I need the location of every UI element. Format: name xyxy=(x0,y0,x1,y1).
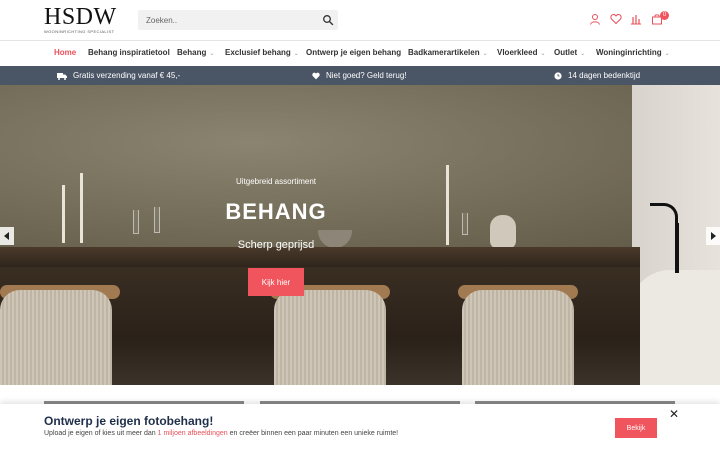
hero-kicker: Uitgebreid assortiment xyxy=(235,177,317,186)
search-bar xyxy=(138,10,338,30)
chevron-down-icon: ⌄ xyxy=(664,51,670,57)
nav-item-home[interactable]: Home xyxy=(54,48,76,57)
usp-text: Gratis verzending vanaf € 45,- xyxy=(73,71,181,80)
hero-title: BEHANG xyxy=(225,199,327,224)
chevron-down-icon: ⌄ xyxy=(209,51,215,57)
nav-item-label: Woninginrichting xyxy=(596,48,662,57)
nav-item-vloerkleed[interactable]: Vloerkleed ⌄ xyxy=(497,48,546,57)
search-input[interactable] xyxy=(138,10,318,30)
slider-prev-button[interactable] xyxy=(0,227,14,245)
vase-image xyxy=(490,215,516,249)
glass-image xyxy=(154,207,160,233)
faucet-stand-image xyxy=(675,223,679,273)
banner-title: Ontwerp je eigen fotobehang! xyxy=(44,414,214,428)
hero-subtitle: Scherp geprijsd xyxy=(237,239,315,251)
glass-image xyxy=(462,213,468,235)
banner-view-button[interactable]: Bekijk xyxy=(615,418,657,438)
nav-item-woninginrichting[interactable]: Woninginrichting ⌄ xyxy=(596,48,670,57)
close-icon[interactable]: ✕ xyxy=(668,408,680,420)
candle-image xyxy=(80,173,83,243)
banner-text-before: Upload je eigen of kies uit meer dan xyxy=(44,430,158,437)
usp-item-guarantee: Niet goed? Geld terug! xyxy=(312,71,407,80)
chevron-down-icon: ⌄ xyxy=(540,51,546,57)
banner-text: Upload je eigen of kies uit meer dan 1 m… xyxy=(44,430,398,437)
hero-cta-button[interactable]: Kijk hier xyxy=(248,268,304,296)
nav-item-label: Badkamerartikelen xyxy=(408,48,480,57)
clock-icon xyxy=(554,71,562,80)
nav-item-ontwerp-je-eigen-behang[interactable]: Ontwerp je eigen behang xyxy=(306,48,401,57)
faucet-image xyxy=(650,203,678,225)
nav-item-exclusief-behang[interactable]: Exclusief behang ⌄ xyxy=(225,48,299,57)
glass-image xyxy=(133,210,139,234)
bathtub-image xyxy=(630,270,720,385)
logo-text: HSDW xyxy=(44,4,117,30)
search-icon[interactable] xyxy=(322,14,334,26)
nav-item-label: Exclusief behang xyxy=(225,48,291,57)
banner-text-highlight[interactable]: 1 miljoen afbeeldingen xyxy=(158,430,228,437)
nav-item-label: Behang xyxy=(177,48,207,57)
chevron-down-icon: ⌄ xyxy=(580,51,586,57)
usp-item-shipping: Gratis verzending vanaf € 45,- xyxy=(57,71,180,80)
cart-count-badge: 0 xyxy=(660,11,669,20)
nav-item-label: Behang inspiratietool xyxy=(88,48,170,57)
site-header: HSDW WOONINRICHTING SPECIALIST 0 xyxy=(0,0,720,40)
usp-item-return: 14 dagen bedenktijd xyxy=(554,71,640,80)
chevron-down-icon: ⌄ xyxy=(293,51,299,57)
slider-next-button[interactable] xyxy=(706,227,720,245)
usp-text: Niet goed? Geld terug! xyxy=(326,71,407,80)
chevron-down-icon: ⌄ xyxy=(482,51,488,57)
logo-tagline: WOONINRICHTING SPECIALIST xyxy=(44,29,115,34)
hero-wall-image xyxy=(0,85,720,250)
nav-item-behang-inspiratietool[interactable]: Behang inspiratietool xyxy=(88,48,170,57)
nav-item-label: Vloerkleed xyxy=(497,48,538,57)
candle-image xyxy=(62,185,65,243)
nav-item-outlet[interactable]: Outlet ⌄ xyxy=(554,48,585,57)
chair-image xyxy=(0,290,112,385)
nav-item-badkamerartikelen[interactable]: Badkamerartikelen ⌄ xyxy=(408,48,488,57)
nav-item-label: Home xyxy=(54,48,77,57)
main-navigation: Home Behang inspiratietool Behang ⌄ Exclu… xyxy=(0,40,720,66)
chair-image xyxy=(274,290,386,385)
candle-image xyxy=(446,165,449,245)
user-icon[interactable] xyxy=(589,13,601,25)
promo-banner: Ontwerp je eigen fotobehang! Upload je e… xyxy=(0,404,720,450)
banner-text-after: en creëer binnen een paar minuten een un… xyxy=(227,430,399,437)
nav-item-behang[interactable]: Behang ⌄ xyxy=(177,48,214,57)
usp-text: 14 dagen bedenktijd xyxy=(568,71,641,80)
heart-icon xyxy=(312,72,320,79)
chevron-right-icon xyxy=(711,232,716,240)
usp-bar: Gratis verzending vanaf € 45,- Niet goed… xyxy=(0,66,720,85)
hero-slider: Uitgebreid assortiment BEHANG Scherp gep… xyxy=(0,85,720,385)
truck-icon xyxy=(57,72,67,80)
compare-icon[interactable] xyxy=(630,13,642,25)
site-logo[interactable]: HSDW WOONINRICHTING SPECIALIST xyxy=(44,4,120,36)
chair-image xyxy=(462,290,574,385)
heart-icon[interactable] xyxy=(610,13,622,25)
nav-item-label: Ontwerp je eigen behang xyxy=(306,48,402,57)
nav-item-label: Outlet xyxy=(554,48,578,57)
chevron-left-icon xyxy=(4,232,9,240)
